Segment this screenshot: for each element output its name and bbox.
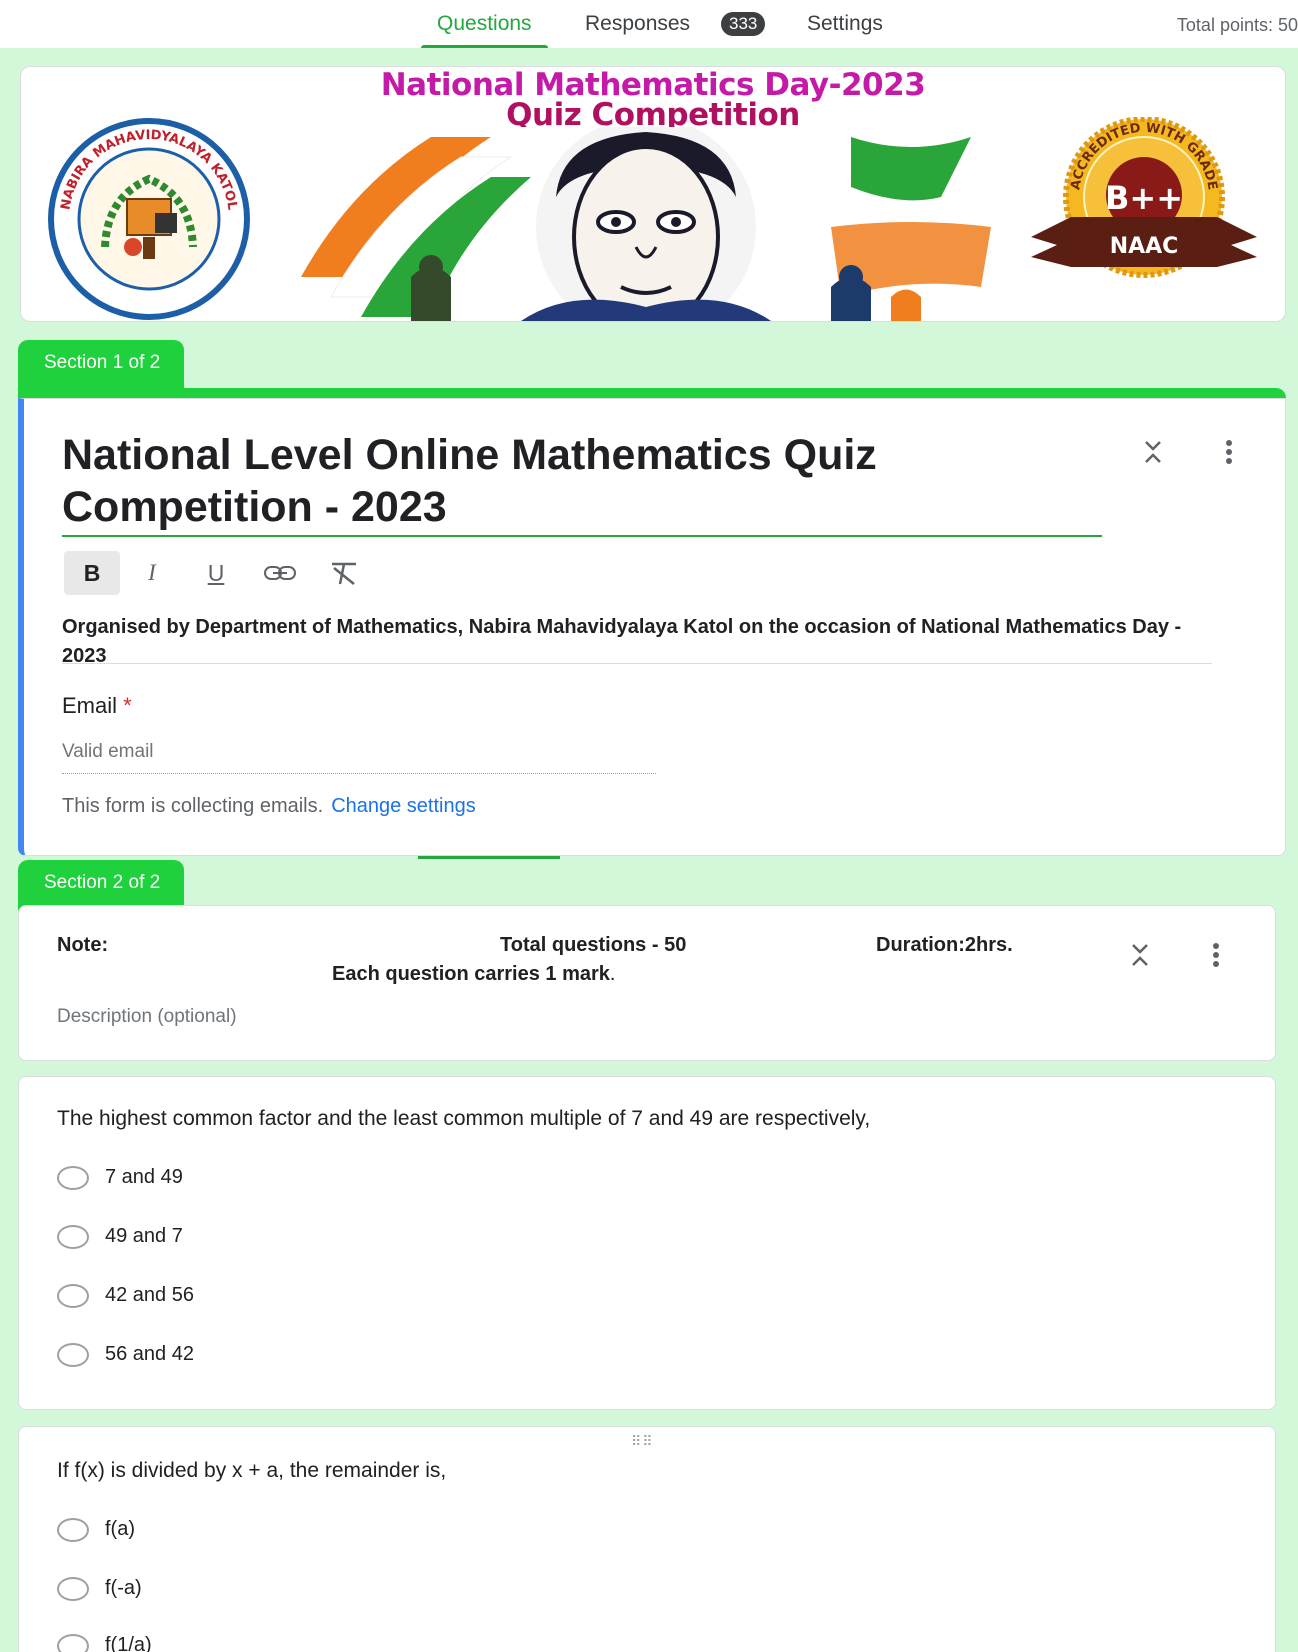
header-banner-image: National Mathematics Day-2023 Quiz Compe… [20, 66, 1286, 322]
italic-button[interactable]: I [124, 551, 180, 595]
required-asterisk: * [123, 693, 132, 718]
description-divider [62, 663, 1212, 664]
title-underline [62, 535, 1102, 537]
collapse-section-icon[interactable] [1123, 938, 1157, 972]
email-label: Email * [62, 693, 132, 719]
note-label: Note: [57, 934, 109, 956]
option-label: 56 and 42 [105, 1343, 194, 1365]
more-options-icon[interactable] [1212, 435, 1246, 469]
radio-button[interactable] [57, 1577, 89, 1601]
description-optional-field[interactable]: Description (optional) [57, 1006, 237, 1028]
option-label: f(-a) [105, 1577, 142, 1599]
section-1-tab: Section 1 of 2 [18, 340, 185, 392]
email-label-text: Email [62, 693, 118, 718]
responses-count-badge: 333 [721, 12, 766, 36]
collecting-emails-notice: This form is collecting emails. Change se… [62, 795, 476, 818]
radio-button[interactable] [57, 1166, 89, 1190]
option-label: f(1/a) [105, 1634, 152, 1652]
question-text[interactable]: If f(x) is divided by x + a, the remaind… [57, 1459, 446, 1483]
tab-responses[interactable]: Responses [585, 12, 690, 48]
svg-text:B++: B++ [1105, 179, 1183, 217]
mathematician-portrait-image [291, 127, 1001, 321]
section-2-header-card[interactable]: Note: Total questions - 50 Duration:2hrs… [18, 905, 1276, 1061]
total-points: Total points: 50 [1176, 15, 1298, 35]
marks-period: . [609, 963, 616, 985]
question-text[interactable]: The highest common factor and the least … [57, 1107, 870, 1131]
drag-handle-icon[interactable]: ⠿⠿ [631, 1433, 654, 1450]
email-field[interactable]: Valid email [62, 741, 656, 774]
tab-questions[interactable]: Questions [421, 12, 548, 48]
tab-settings[interactable]: Settings [807, 12, 883, 48]
option-label: 42 and 56 [105, 1284, 194, 1306]
form-title[interactable]: National Level Online Mathematics Quiz C… [62, 429, 1102, 533]
duration-text: Duration:2hrs. [876, 934, 1013, 956]
marks-text-value: Each question carries 1 mark [332, 963, 610, 985]
total-questions-text: Total questions - 50 [500, 934, 687, 956]
option-label: f(a) [105, 1518, 135, 1540]
collapse-section-icon[interactable] [1136, 435, 1170, 469]
option-label: 49 and 7 [105, 1225, 183, 1247]
naac-grade-badge: ACCREDITED WITH GRADE B++ NAAC [1031, 117, 1257, 278]
question-card[interactable]: The highest common factor and the least … [18, 1076, 1276, 1410]
radio-button[interactable] [57, 1284, 89, 1308]
question-card[interactable]: ⠿⠿ If f(x) is divided by x + a, the rema… [18, 1426, 1276, 1652]
svg-text:NAAC: NAAC [1110, 234, 1179, 259]
change-settings-link[interactable]: Change settings [331, 795, 476, 817]
underline-button[interactable]: U [188, 551, 244, 595]
more-options-icon[interactable] [1199, 938, 1233, 972]
top-bar: Questions Responses 333 Settings Total p… [0, 0, 1298, 48]
marks-text: Each question carries 1 mark. [332, 963, 615, 986]
radio-button[interactable] [57, 1518, 89, 1542]
radio-button[interactable] [57, 1225, 89, 1249]
clear-formatting-icon[interactable] [316, 551, 372, 595]
active-tab-indicator [418, 856, 560, 859]
bold-button[interactable]: B [64, 551, 120, 595]
collecting-emails-text: This form is collecting emails. [62, 795, 324, 817]
section-1-header-card[interactable]: National Level Online Mathematics Quiz C… [18, 398, 1286, 856]
radio-button[interactable] [57, 1343, 89, 1367]
college-seal-logo: NABIRA MAHAVIDYALAYA KATOL [48, 118, 250, 320]
radio-button[interactable] [57, 1634, 89, 1652]
option-label: 7 and 49 [105, 1166, 183, 1188]
link-icon[interactable] [252, 551, 308, 595]
